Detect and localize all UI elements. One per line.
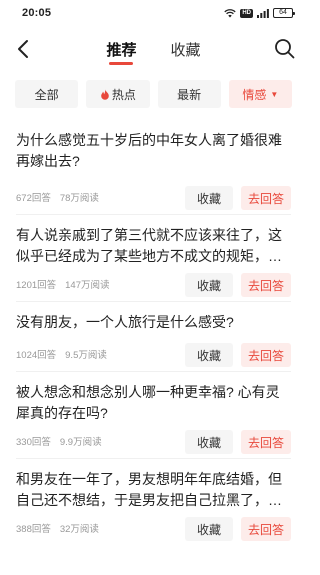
tab-recommend[interactable]: 推荐 bbox=[106, 26, 136, 72]
answer-count: 672回答 bbox=[16, 193, 51, 204]
filter-bar: 全部 热点 最新 情感 ▼ bbox=[0, 72, 307, 116]
list-item: 为什么感觉五十岁后的中年女人离了婚很难再嫁出去? 672回答 78万阅读 收藏 … bbox=[16, 116, 291, 214]
list-item: 被人想念和想念别人哪一种更幸福? 心有灵犀真的存在吗? 330回答 9.9万阅读… bbox=[16, 371, 291, 458]
question-meta: 1024回答 9.5万阅读 bbox=[16, 347, 107, 361]
status-icons: HD 64 bbox=[224, 8, 295, 18]
question-title[interactable]: 被人想念和想念别人哪一种更幸福? 心有灵犀真的存在吗? bbox=[16, 382, 291, 424]
question-actions: 收藏 去回答 bbox=[185, 186, 291, 210]
question-meta: 330回答 9.9万阅读 bbox=[16, 434, 102, 448]
view-count: 32万阅读 bbox=[59, 524, 99, 535]
question-actions: 收藏 去回答 bbox=[185, 273, 291, 297]
question-list: 为什么感觉五十岁后的中年女人离了婚很难再嫁出去? 672回答 78万阅读 收藏 … bbox=[0, 116, 307, 545]
question-actions: 收藏 去回答 bbox=[185, 430, 291, 454]
battery-icon: 64 bbox=[273, 8, 295, 18]
question-title[interactable]: 和男友在一年了，男友想明年年底结婚，但自己还不想结，于是男友把自己拉黑了，你怎么… bbox=[16, 469, 291, 511]
view-count: 9.5万阅读 bbox=[65, 350, 107, 361]
filter-hot-label: 热点 bbox=[111, 87, 136, 102]
filter-emotion-label: 情感 bbox=[242, 87, 267, 102]
collect-button[interactable]: 收藏 bbox=[185, 343, 233, 367]
battery-level: 64 bbox=[279, 9, 287, 16]
list-item: 没有朋友，一个人旅行是什么感受? 1024回答 9.5万阅读 收藏 去回答 bbox=[16, 301, 291, 371]
answer-button[interactable]: 去回答 bbox=[241, 430, 291, 454]
hd-badge: HD bbox=[240, 8, 253, 18]
filter-emotion[interactable]: 情感 ▼ bbox=[228, 80, 292, 108]
collect-button[interactable]: 收藏 bbox=[185, 186, 233, 210]
question-actions: 收藏 去回答 bbox=[185, 343, 291, 367]
tab-bar: 推荐 收藏 bbox=[0, 26, 307, 72]
list-item: 有人说亲戚到了第三代就不应该来往了，这似乎已经成为了某些地方不成文的规矩，你怎么… bbox=[16, 214, 291, 301]
tab-favorites[interactable]: 收藏 bbox=[171, 26, 201, 72]
question-meta: 672回答 78万阅读 bbox=[16, 190, 99, 204]
answer-count: 1024回答 bbox=[16, 350, 57, 361]
search-icon[interactable] bbox=[274, 38, 295, 59]
filter-all[interactable]: 全部 bbox=[15, 80, 79, 108]
answer-button[interactable]: 去回答 bbox=[241, 343, 291, 367]
filter-latest-label: 最新 bbox=[177, 87, 202, 102]
view-count: 78万阅读 bbox=[59, 193, 99, 204]
view-count: 147万阅读 bbox=[65, 280, 110, 291]
answer-count: 388回答 bbox=[16, 524, 51, 535]
question-title[interactable]: 没有朋友，一个人旅行是什么感受? bbox=[16, 312, 291, 333]
list-item: 和男友在一年了，男友想明年年底结婚，但自己还不想结，于是男友把自己拉黑了，你怎么… bbox=[16, 458, 291, 545]
filter-all-label: 全部 bbox=[34, 87, 59, 102]
status-bar: 20:05 HD 64 bbox=[0, 0, 307, 26]
answer-count: 1201回答 bbox=[16, 280, 57, 291]
answer-count: 330回答 bbox=[16, 437, 51, 448]
fire-icon bbox=[101, 89, 109, 100]
status-time: 20:05 bbox=[22, 7, 52, 19]
question-title[interactable]: 为什么感觉五十岁后的中年女人离了婚很难再嫁出去? bbox=[16, 130, 291, 172]
answer-button[interactable]: 去回答 bbox=[241, 186, 291, 210]
answer-button[interactable]: 去回答 bbox=[241, 273, 291, 297]
signal-icon bbox=[257, 8, 269, 18]
question-meta: 1201回答 147万阅读 bbox=[16, 277, 110, 291]
wifi-icon bbox=[224, 8, 236, 17]
view-count: 9.9万阅读 bbox=[59, 437, 102, 448]
filter-hot[interactable]: 热点 bbox=[86, 80, 150, 108]
collect-button[interactable]: 收藏 bbox=[185, 430, 233, 454]
top-nav: 推荐 收藏 bbox=[0, 26, 307, 72]
question-title[interactable]: 有人说亲戚到了第三代就不应该来往了，这似乎已经成为了某些地方不成文的规矩，你怎么… bbox=[16, 225, 291, 267]
question-meta: 388回答 32万阅读 bbox=[16, 521, 99, 535]
filter-latest[interactable]: 最新 bbox=[157, 80, 221, 108]
collect-button[interactable]: 收藏 bbox=[185, 517, 233, 541]
caret-down-icon: ▼ bbox=[270, 89, 279, 99]
collect-button[interactable]: 收藏 bbox=[185, 273, 233, 297]
answer-button[interactable]: 去回答 bbox=[241, 517, 291, 541]
question-actions: 收藏 去回答 bbox=[185, 517, 291, 541]
